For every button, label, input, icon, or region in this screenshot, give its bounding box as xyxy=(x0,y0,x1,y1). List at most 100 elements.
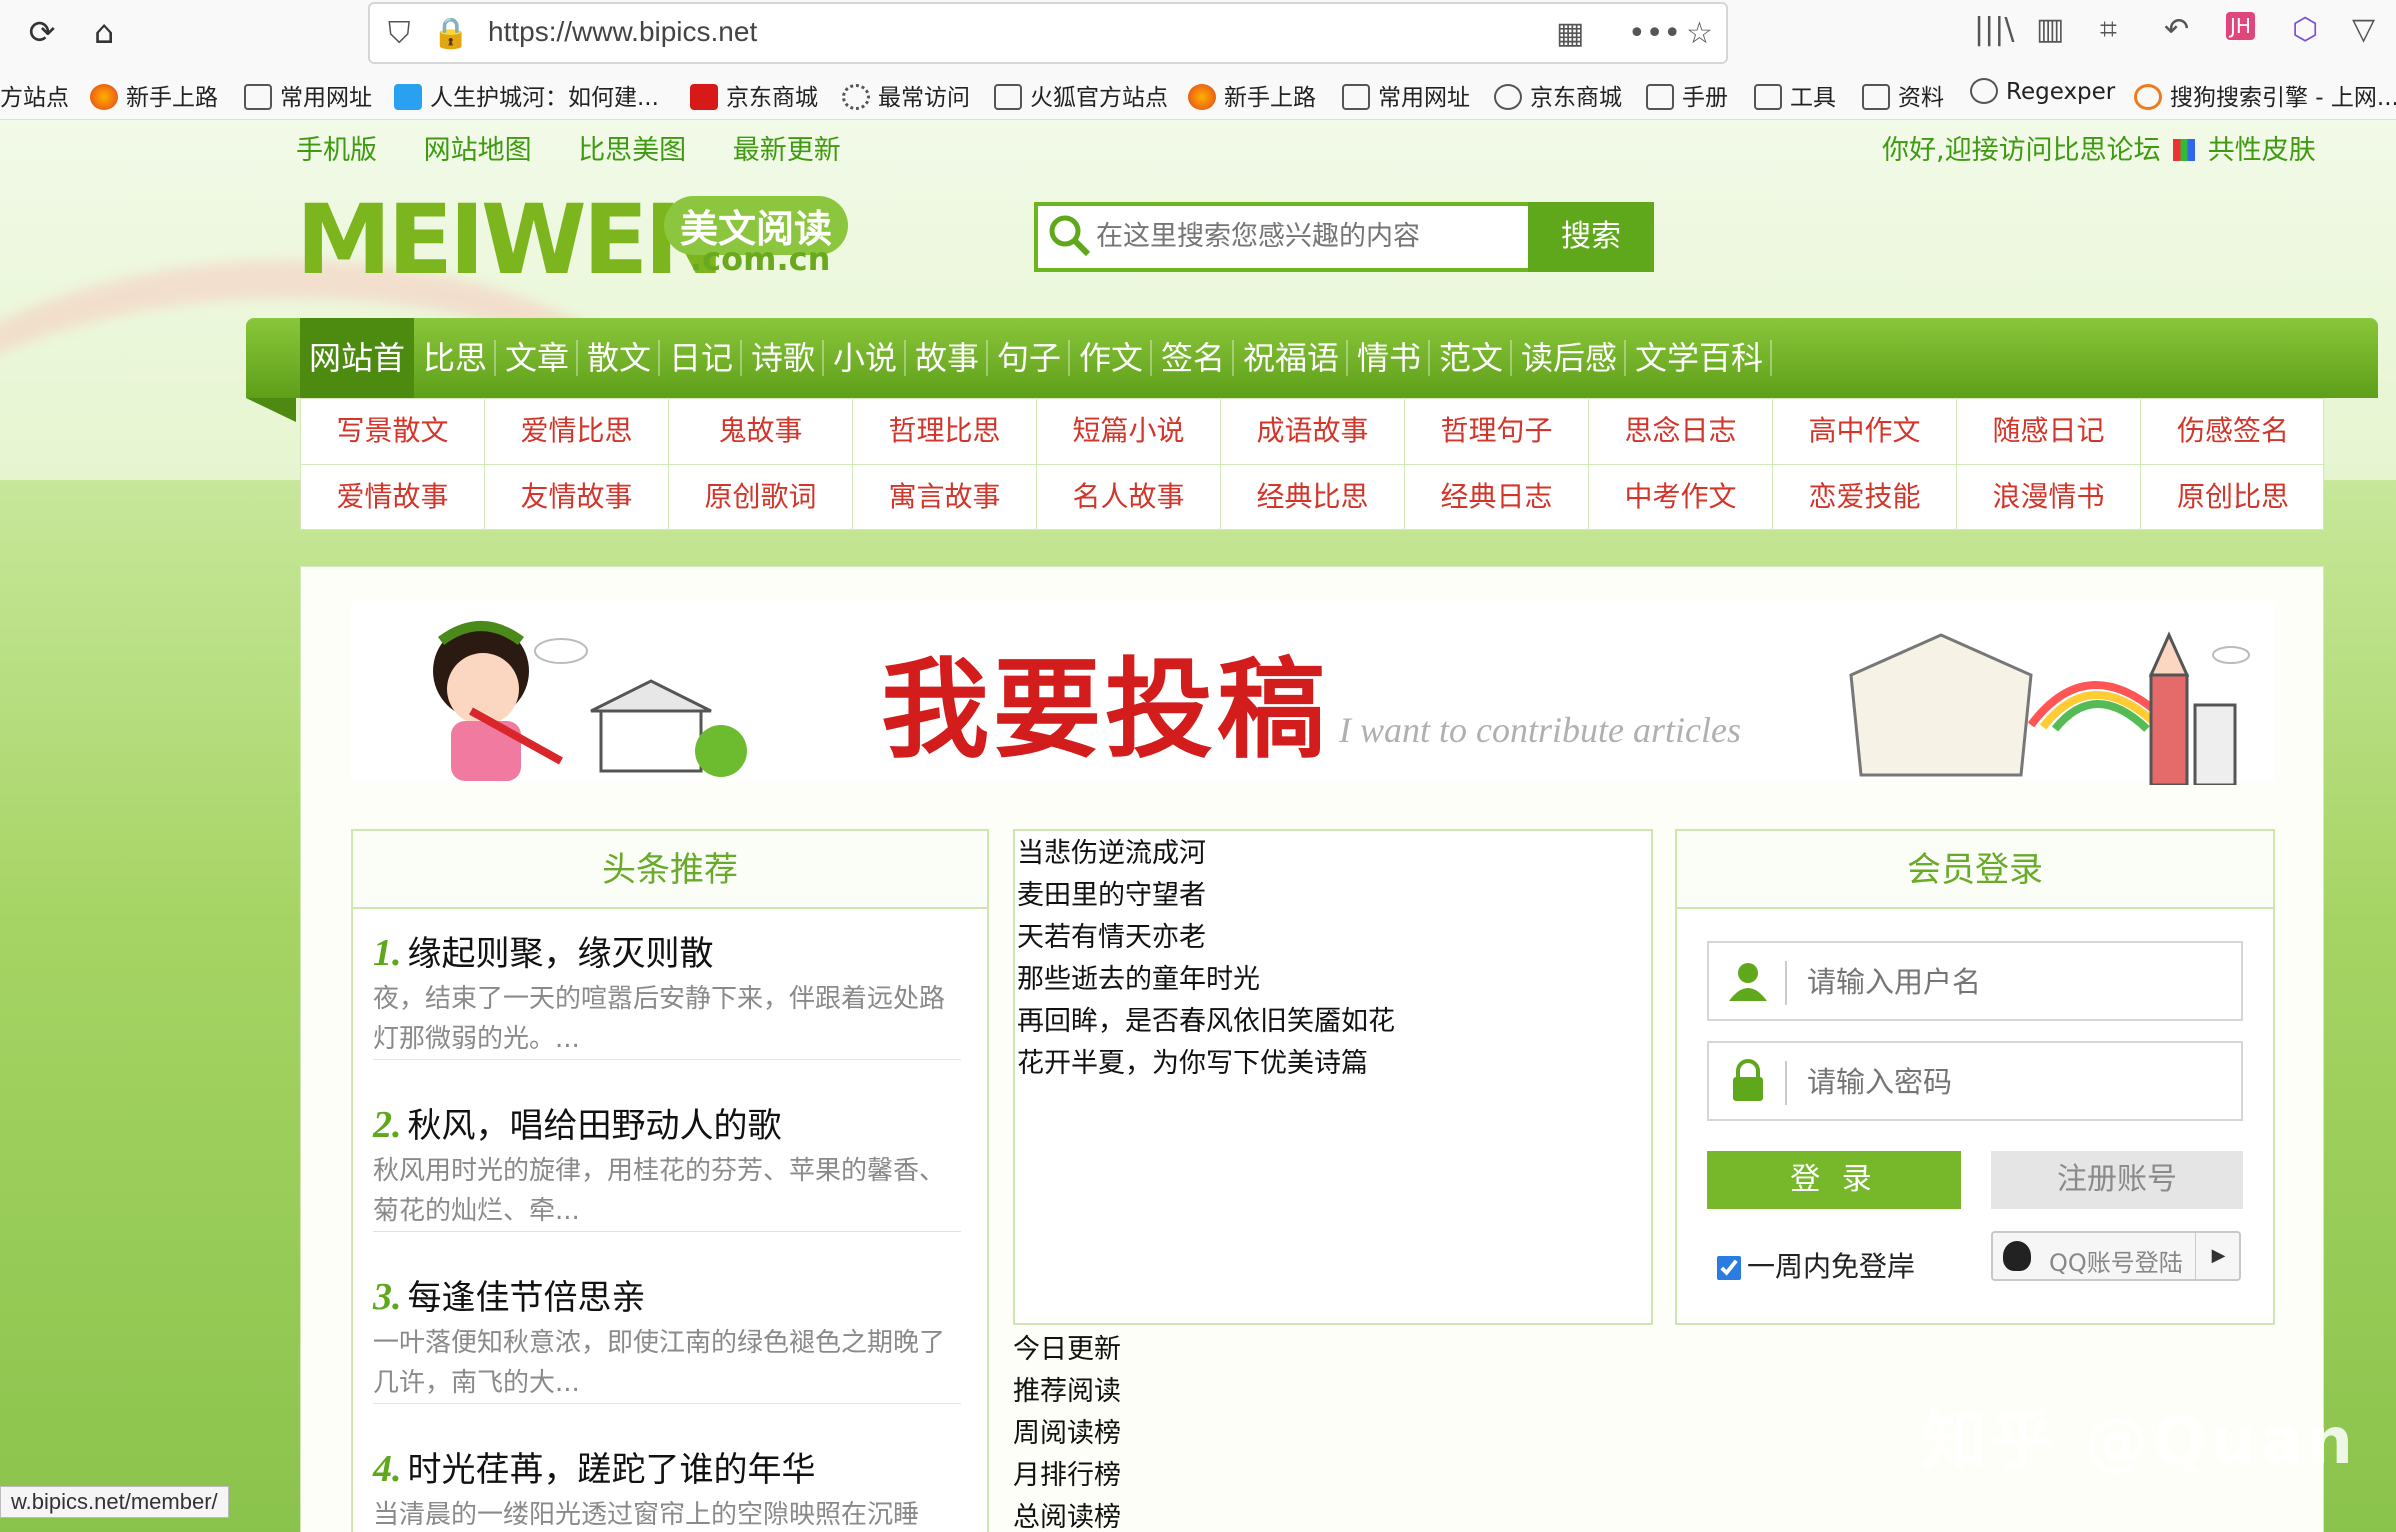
nav-item[interactable]: 情书 xyxy=(1352,318,1426,398)
username-field[interactable] xyxy=(1707,941,2243,1021)
bookmark-item[interactable]: 资料 xyxy=(1862,78,1944,112)
subnav-item[interactable]: 鬼故事 xyxy=(669,399,853,465)
nav-item[interactable]: 范文 xyxy=(1434,318,1508,398)
url-bar[interactable]: ⛉ 🔒 https://www.bipics.net ▦ ••• ☆ xyxy=(368,2,1728,64)
password-field[interactable] xyxy=(1707,1041,2243,1121)
extension-jh-icon[interactable]: JH xyxy=(2226,12,2255,40)
subnav-item[interactable]: 伤感签名 xyxy=(2141,399,2325,465)
featured-link[interactable]: 那些逝去的童年时光 xyxy=(1017,959,1649,1001)
nav-item[interactable]: 签名 xyxy=(1156,318,1230,398)
qq-login-button[interactable]: QQ账号登陆 ▶ xyxy=(1991,1231,2241,1281)
nav-item[interactable]: 日记 xyxy=(664,318,738,398)
subnav-item[interactable]: 高中作文 xyxy=(1773,399,1957,465)
subnav-item[interactable]: 哲理句子 xyxy=(1405,399,1589,465)
screenshot-icon[interactable]: ⌗ xyxy=(2100,12,2117,47)
nav-item[interactable]: 作文 xyxy=(1074,318,1148,398)
headline-link[interactable]: 秋风，唱给田野动人的歌 xyxy=(408,1106,782,1146)
subnav-item[interactable]: 原创比思 xyxy=(2141,465,2325,531)
subnav-item[interactable]: 写景散文 xyxy=(301,399,485,465)
bookmark-item[interactable]: 新手上路 xyxy=(90,78,218,112)
library-icon[interactable]: |||\ xyxy=(1974,12,2014,47)
nav-item-home[interactable]: 网站首页 xyxy=(300,318,414,457)
mobile-link[interactable]: 手机版 xyxy=(296,135,377,166)
subnav-item[interactable]: 名人故事 xyxy=(1037,465,1221,531)
reload-icon[interactable]: ⟳ xyxy=(20,10,64,54)
nav-item[interactable]: 小说 xyxy=(828,318,902,398)
sitemap-link[interactable]: 网站地图 xyxy=(424,135,532,166)
more-actions-icon[interactable]: ••• xyxy=(1628,16,1681,51)
subnav-item[interactable]: 经典比思 xyxy=(1221,465,1405,531)
subnav-item[interactable]: 原创歌词 xyxy=(669,465,853,531)
subnav-item[interactable]: 经典日志 xyxy=(1405,465,1589,531)
featured-link[interactable]: 麦田里的守望者 xyxy=(1017,875,1649,917)
nav-item[interactable]: 句子 xyxy=(992,318,1066,398)
ranking-link[interactable]: 总阅读榜 xyxy=(1013,1497,1121,1532)
gallery-link[interactable]: 比思美图 xyxy=(578,135,686,166)
register-button[interactable]: 注册账号 xyxy=(1991,1151,2243,1209)
subnav-item[interactable]: 成语故事 xyxy=(1221,399,1405,465)
featured-link[interactable]: 当悲伤逆流成河 xyxy=(1017,833,1649,875)
featured-link[interactable]: 花开半夏，为你写下优美诗篇 xyxy=(1017,1043,1649,1085)
ranking-link[interactable]: 周阅读榜 xyxy=(1013,1413,1121,1455)
nav-item[interactable]: 祝福语 xyxy=(1238,318,1344,398)
headline-item[interactable]: 3. 每逢佳节倍思亲 一叶落便知秋意浓，即使江南的绿色褪色之期晚了几许，南飞的大.… xyxy=(373,1271,961,1404)
skin-link[interactable]: 共性皮肤 xyxy=(2208,135,2316,166)
insecure-lock-icon[interactable]: 🔒 xyxy=(432,16,469,51)
ranking-link[interactable]: 推荐阅读 xyxy=(1013,1371,1121,1413)
featured-link[interactable]: 再回眸，是否春风依旧笑靥如花 xyxy=(1017,1001,1649,1043)
extension-icon[interactable]: ⬡ xyxy=(2292,12,2318,47)
subnav-item[interactable]: 短篇小说 xyxy=(1037,399,1221,465)
bookmark-item[interactable]: 常用网址 xyxy=(1342,78,1470,112)
headline-item[interactable]: 2. 秋风，唱给田野动人的歌 秋风用时光的旋律，用桂花的芬芳、苹果的馨香、菊花的灿… xyxy=(373,1099,961,1232)
headline-item[interactable]: 1. 缘起则聚，缘灭则散 夜，结束了一天的喧嚣后安静下来，伴跟着远处路灯那微弱的光… xyxy=(373,927,961,1060)
bookmark-item[interactable]: 京东商城 xyxy=(690,78,818,112)
nav-item[interactable]: 读后感 xyxy=(1516,318,1622,398)
nav-item[interactable]: 比思 xyxy=(418,318,492,398)
url-text[interactable]: https://www.bipics.net xyxy=(488,16,757,48)
bookmark-item[interactable]: 人生护城河：如何建... xyxy=(394,78,659,112)
bookmark-item[interactable]: 常用网址 xyxy=(244,78,372,112)
bookmark-item[interactable]: 新手上路 xyxy=(1188,78,1316,112)
nav-item[interactable]: 文章 xyxy=(500,318,574,398)
search-button[interactable]: 搜索 xyxy=(1528,202,1654,272)
bookmark-star-icon[interactable]: ☆ xyxy=(1686,16,1713,51)
undo-icon[interactable]: ↶ xyxy=(2164,12,2189,47)
subnav-item[interactable]: 爱情比思 xyxy=(485,399,669,465)
bookmark-item[interactable]: Regexper xyxy=(1970,78,2115,105)
subnav-item[interactable]: 爱情故事 xyxy=(301,465,485,531)
site-logo[interactable]: MEIWEN xyxy=(296,190,725,290)
headline-link[interactable]: 缘起则聚，缘灭则散 xyxy=(408,934,714,974)
password-input[interactable] xyxy=(1807,1059,2207,1105)
remember-option[interactable]: 一周内免登岸 xyxy=(1717,1245,1915,1285)
bookmark-item[interactable]: 最常访问 xyxy=(842,78,970,112)
bookmark-item[interactable]: 方站点 xyxy=(0,78,69,112)
subnav-item[interactable]: 寓言故事 xyxy=(853,465,1037,531)
headline-link[interactable]: 时光荏苒，蹉跎了谁的年华 xyxy=(408,1450,816,1490)
search-input[interactable] xyxy=(1096,216,1556,256)
bookmark-item[interactable]: 搜狗搜索引擎 - 上网... xyxy=(2134,78,2396,112)
subnav-item[interactable]: 哲理比思 xyxy=(853,399,1037,465)
sidebar-icon[interactable]: ▥ xyxy=(2036,12,2064,47)
subnav-item[interactable]: 友情故事 xyxy=(485,465,669,531)
username-input[interactable] xyxy=(1807,959,2207,1005)
subnav-item[interactable]: 浪漫情书 xyxy=(1957,465,2141,531)
headline-link[interactable]: 每逢佳节倍思亲 xyxy=(408,1278,646,1318)
bookmark-item[interactable]: 京东商城 xyxy=(1494,78,1622,112)
ranking-link[interactable]: 月排行榜 xyxy=(1013,1455,1121,1497)
latest-link[interactable]: 最新更新 xyxy=(733,135,841,166)
bookmark-item[interactable]: 工具 xyxy=(1754,78,1836,112)
remember-checkbox[interactable] xyxy=(1717,1256,1741,1280)
bookmark-item[interactable]: 手册 xyxy=(1646,78,1728,112)
nav-item[interactable]: 诗歌 xyxy=(746,318,820,398)
nav-item[interactable]: 散文 xyxy=(582,318,656,398)
headline-item[interactable]: 4. 时光荏苒，蹉跎了谁的年华 当清晨的一缕阳光透过窗帘上的空隙映照在沉睡 xyxy=(373,1443,961,1532)
pocket-icon[interactable]: ▽ xyxy=(2352,12,2375,47)
bookmark-item[interactable]: 火狐官方站点 xyxy=(994,78,1168,112)
welcome-link[interactable]: 你好,迎接访问比思论坛 xyxy=(1882,135,2161,166)
home-icon[interactable]: ⌂ xyxy=(82,10,126,54)
qr-code-icon[interactable]: ▦ xyxy=(1556,16,1584,51)
nav-item[interactable]: 故事 xyxy=(910,318,984,398)
subnav-item[interactable]: 中考作文 xyxy=(1589,465,1773,531)
subnav-item[interactable]: 思念日志 xyxy=(1589,399,1773,465)
nav-item[interactable]: 文学百科 xyxy=(1630,318,1768,398)
